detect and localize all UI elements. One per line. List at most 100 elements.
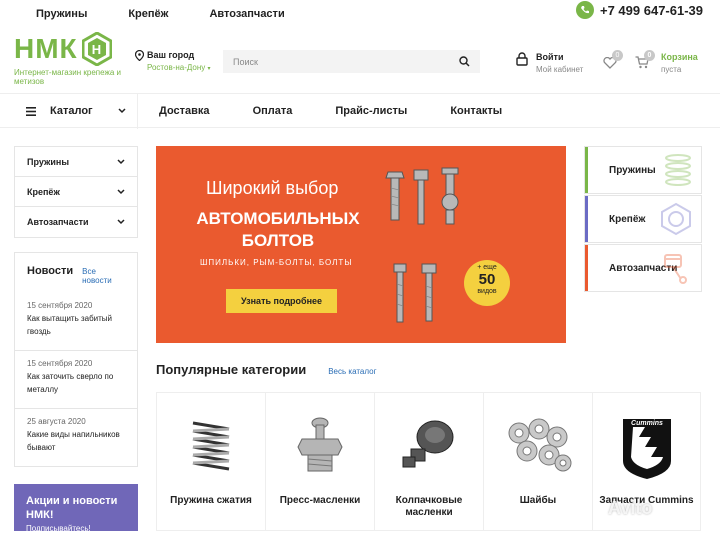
chevron-down-icon <box>117 158 125 164</box>
popular-title: Популярные категории <box>156 362 307 377</box>
top-link-autoparts[interactable]: Автозапчасти <box>209 8 284 20</box>
washers-icon <box>508 418 572 472</box>
cummins-logo: Cummins <box>622 419 671 479</box>
search-icon[interactable] <box>459 56 470 67</box>
top-bar: Пружины Крепёж Автозапчасти +7 499 647-6… <box>0 0 720 28</box>
chevron-down-icon <box>117 188 125 194</box>
search-box[interactable]: Поиск <box>223 50 480 73</box>
lock-icon <box>516 52 528 66</box>
main-nav: Каталог Доставка Оплата Прайс-листы Конт… <box>0 93 720 129</box>
city-selector[interactable]: Ваш город Ростов-на-Дону ▾ <box>135 50 211 72</box>
grease-fitting-icon <box>297 417 343 472</box>
city-label: Ваш город <box>147 50 195 60</box>
cart-block[interactable]: 0 Корзина пуста <box>635 50 698 74</box>
cart-label[interactable]: Корзина <box>661 52 698 62</box>
news-text[interactable]: Как заточить сверло по металлу <box>27 372 113 394</box>
sidebar-item-label: Крепёж <box>27 186 60 197</box>
catalog-label: Каталог <box>50 105 93 117</box>
header: НМК H Интернет-магазин крепежа и метизов… <box>0 28 720 90</box>
news-date: 15 сентября 2020 <box>27 301 93 310</box>
badge-number: 50 <box>478 271 496 288</box>
svg-text:H: H <box>91 42 101 57</box>
logo-subtitle: Интернет-магазин крепежа и метизов <box>14 68 121 86</box>
sidebar: Пружины Крепёж Автозапчасти <box>14 146 138 238</box>
cap-oiler-icon <box>402 420 454 468</box>
tile-accent <box>585 147 588 193</box>
tile-accent <box>585 245 588 291</box>
spring-icon <box>192 421 230 471</box>
nut-icon <box>661 202 691 236</box>
login-label[interactable]: Войти <box>536 52 563 62</box>
news-item[interactable]: 25 августа 2020 Какие виды напильников б… <box>15 409 137 466</box>
news-date: 15 сентября 2020 <box>27 359 93 368</box>
news-text[interactable]: Как вытащить забитый гвоздь <box>27 314 112 336</box>
phone-number[interactable]: +7 499 647-61-39 <box>600 3 703 18</box>
category-card[interactable]: Колпачковые масленки <box>374 392 483 531</box>
top-link-fasteners[interactable]: Крепёж <box>128 8 168 20</box>
nav-link-delivery[interactable]: Доставка <box>159 105 210 117</box>
popular-header: Популярные категории Весь каталог <box>156 362 377 377</box>
category-card[interactable]: Пружина сжатия <box>156 392 265 531</box>
sidebar-item-autoparts[interactable]: Автозапчасти <box>15 207 137 237</box>
caret-down-icon: ▾ <box>207 66 211 72</box>
tile-autoparts[interactable]: Автозапчасти <box>584 244 702 292</box>
category-label: Шайбы <box>519 495 557 506</box>
cart-status: пуста <box>661 65 682 74</box>
category-card[interactable]: Шайбы <box>483 392 592 531</box>
learn-more-button[interactable]: Узнать подробнее <box>226 289 338 313</box>
bolts-image <box>385 167 459 323</box>
nav-link-pricelists[interactable]: Прайс-листы <box>335 105 407 117</box>
login-sub: Мой кабинет <box>536 65 584 74</box>
tile-accent <box>585 196 588 242</box>
all-catalog-link[interactable]: Весь каталог <box>328 367 376 376</box>
logo-text: НМК <box>14 33 78 64</box>
nav-link-contacts[interactable]: Контакты <box>450 105 502 117</box>
news-date: 25 августа 2020 <box>27 417 86 426</box>
top-links: Пружины Крепёж Автозапчасти <box>36 8 285 20</box>
banner-line3: ШПИЛЬКИ, РЫМ-БОЛТЫ, БОЛТЫ <box>200 258 353 267</box>
category-label: Колпачковые масленки <box>395 495 463 518</box>
category-card[interactable]: Пресс-масленки <box>265 392 374 531</box>
news-text[interactable]: Какие виды напильников бывают <box>27 430 120 452</box>
news-block: Новости Все новости 15 сентября 2020 Как… <box>14 252 138 467</box>
hamburger-icon <box>26 106 36 116</box>
news-title: Новости <box>27 265 74 277</box>
tile-springs[interactable]: Пружины <box>584 146 702 194</box>
location-pin-icon <box>135 50 144 61</box>
nav-divider <box>137 94 138 129</box>
top-link-springs[interactable]: Пружины <box>36 8 87 20</box>
news-item[interactable]: 15 сентября 2020 Как вытащить забитый гв… <box>15 293 137 351</box>
sidebar-item-fasteners[interactable]: Крепёж <box>15 177 137 207</box>
favorites-button[interactable]: 0 <box>603 50 623 74</box>
promo-title: Акции и новости НМК! <box>26 495 118 521</box>
sidebar-item-springs[interactable]: Пружины <box>15 147 137 177</box>
search-input[interactable]: Поиск <box>233 57 459 67</box>
login-block[interactable]: Войти Мой кабинет <box>515 52 583 74</box>
promo-block[interactable]: Акции и новости НМК! Подписывайтесь! <box>14 484 138 533</box>
svg-text:Cummins: Cummins <box>631 420 663 427</box>
all-news-link[interactable]: Все новости <box>82 267 125 285</box>
sidebar-item-label: Автозапчасти <box>27 217 89 227</box>
logo-hex-icon: H <box>81 32 112 66</box>
catalog-button[interactable]: Каталог <box>26 105 126 117</box>
city-value[interactable]: Ростов-на-Дону <box>147 63 205 72</box>
logo[interactable]: НМК H Интернет-магазин крепежа и метизов <box>14 32 124 86</box>
news-item[interactable]: 15 сентября 2020 Как заточить сверло по … <box>15 351 137 409</box>
category-tiles: Пружины Крепёж Автозапчасти <box>584 146 702 293</box>
promo-sub: Подписывайтесь! <box>26 524 91 533</box>
phone-block[interactable]: +7 499 647-61-39 <box>576 1 703 19</box>
tile-label: Крепёж <box>609 213 646 225</box>
nav-link-payment[interactable]: Оплата <box>253 105 293 117</box>
tile-fasteners[interactable]: Крепёж <box>584 195 702 243</box>
badge-suffix: видов <box>477 288 497 295</box>
hero-banner[interactable]: Широкий выбор АВТОМОБИЛЬНЫХ БОЛТОВ ШПИЛЬ… <box>156 146 566 343</box>
chevron-down-icon <box>117 219 125 225</box>
banner-line2: АВТОМОБИЛЬНЫХ БОЛТОВ <box>196 209 360 250</box>
piston-icon <box>664 254 687 284</box>
badge-more-types: + еще 50 видов <box>464 260 510 306</box>
banner-line1: Широкий выбор <box>206 178 339 198</box>
sidebar-item-label: Пружины <box>27 156 69 167</box>
tile-label: Пружины <box>609 164 656 176</box>
spring-icon <box>665 154 691 186</box>
chevron-down-icon <box>118 108 126 114</box>
